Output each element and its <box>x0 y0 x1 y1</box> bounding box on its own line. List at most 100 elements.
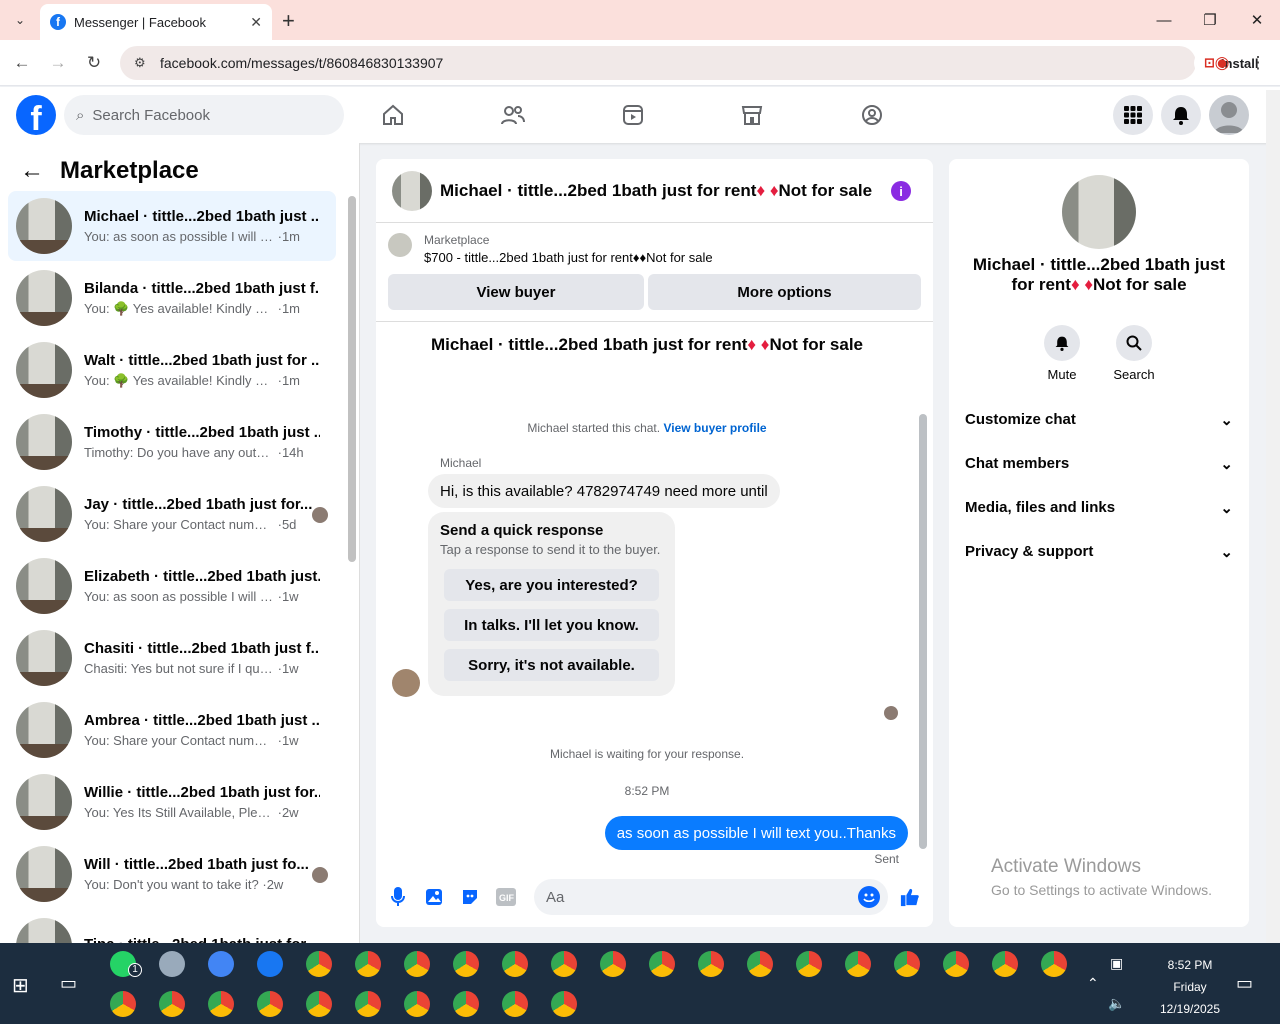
chrome-taskbar-icon[interactable] <box>845 951 871 977</box>
chrome-taskbar-icon[interactable] <box>404 951 430 977</box>
account-avatar[interactable] <box>1209 95 1249 135</box>
facebook-search-input[interactable]: ⌕ Search Facebook <box>64 95 344 135</box>
view-buyer-button[interactable]: View buyer <box>388 274 644 310</box>
chrome-taskbar-icon[interactable] <box>943 951 969 977</box>
quick-response-in-talks[interactable]: In talks. I'll let you know. <box>444 609 659 641</box>
conversation-item[interactable]: Walt · tittle...2bed 1bath just for ... Y… <box>8 335 336 405</box>
gif-icon[interactable]: GIF <box>496 887 516 907</box>
address-bar[interactable]: ⚙ facebook.com/messages/t/86084683013390… <box>120 46 1269 80</box>
chrome-taskbar-icon[interactable] <box>992 951 1018 977</box>
chrome-taskbar-icon[interactable] <box>1041 951 1067 977</box>
chrome-taskbar-icon[interactable] <box>649 951 675 977</box>
facebook-app-icon[interactable] <box>257 951 283 977</box>
chrome-taskbar-icon[interactable] <box>551 991 577 1017</box>
page-scrollbar[interactable] <box>1266 90 1280 943</box>
facebook-logo[interactable]: f <box>16 95 56 135</box>
chrome-taskbar-icon[interactable] <box>698 951 724 977</box>
microphone-icon[interactable] <box>388 887 408 907</box>
browser-menu-icon[interactable]: ⋮ <box>1245 50 1271 76</box>
conversation-item[interactable]: Elizabeth · tittle...2bed 1bath just... Y… <box>8 551 336 621</box>
notification-center-icon[interactable]: ▭ <box>1236 973 1253 994</box>
conversation-item[interactable]: Chasiti · tittle...2bed 1bath just f... C… <box>8 623 336 693</box>
emoji-icon[interactable] <box>858 886 880 908</box>
chrome-taskbar-icon[interactable] <box>453 991 479 1017</box>
close-tab-icon[interactable]: ✕ <box>250 14 262 31</box>
media-files-links-row[interactable]: Media, files and links ⌄ <box>965 499 1233 517</box>
restore-button[interactable]: ❐ <box>1187 0 1233 40</box>
close-window-button[interactable]: ✕ <box>1234 0 1280 40</box>
gaming-icon[interactable] <box>852 95 892 135</box>
contact-avatar[interactable] <box>1062 175 1136 249</box>
like-thumb-icon[interactable] <box>900 887 920 907</box>
customize-chat-row[interactable]: Customize chat ⌄ <box>965 411 1233 429</box>
task-view-icon[interactable]: ▭ <box>60 973 77 994</box>
new-tab-button[interactable]: + <box>282 8 295 34</box>
incoming-message[interactable]: Hi, is this available? 4782974749 need m… <box>428 474 780 508</box>
site-info-icon[interactable]: ⚙ <box>134 55 150 71</box>
forward-button[interactable]: → <box>45 50 71 76</box>
start-windows-icon[interactable]: ⊞ <box>12 973 29 998</box>
photo-icon[interactable] <box>424 887 444 907</box>
more-options-button[interactable]: More options <box>648 274 921 310</box>
chrome-taskbar-icon[interactable] <box>355 991 381 1017</box>
chat-scrollbar[interactable] <box>919 414 927 849</box>
quick-response-not-available[interactable]: Sorry, it's not available. <box>444 649 659 681</box>
chrome-taskbar-icon[interactable] <box>502 951 528 977</box>
view-buyer-profile-link[interactable]: View buyer profile <box>663 421 766 435</box>
chrome-taskbar-icon[interactable] <box>306 991 332 1017</box>
conversation-item[interactable]: Willie · tittle...2bed 1bath just for...… <box>8 767 336 837</box>
conversation-item[interactable]: Michael · tittle...2bed 1bath just ... Yo… <box>8 191 336 261</box>
chrome-taskbar-icon[interactable] <box>306 951 332 977</box>
marketplace-icon[interactable] <box>732 95 772 135</box>
chrome-taskbar-icon[interactable] <box>551 951 577 977</box>
mute-button[interactable]: Mute <box>1032 325 1092 382</box>
conversation-item[interactable]: Tina · tittle...2bed 1bath just for ... <box>8 911 336 943</box>
chrome-taskbar-icon[interactable] <box>894 951 920 977</box>
outgoing-message[interactable]: as soon as possible I will text you..Tha… <box>604 816 908 850</box>
browser-tab[interactable]: f Messenger | Facebook ✕ <box>40 4 272 40</box>
reload-button[interactable]: ↻ <box>81 50 107 76</box>
chrome-taskbar-icon[interactable] <box>502 991 528 1017</box>
chrome-taskbar-icon[interactable] <box>159 951 185 977</box>
info-icon[interactable]: i <box>891 181 911 201</box>
sticker-icon[interactable] <box>460 887 480 907</box>
conversation-item[interactable]: Timothy · tittle...2bed 1bath just ... Ti… <box>8 407 336 477</box>
chrome-taskbar-icon[interactable] <box>159 991 185 1017</box>
chat-members-row[interactable]: Chat members ⌄ <box>965 455 1233 473</box>
volume-icon[interactable]: 🔈 <box>1108 995 1125 1012</box>
back-arrow-icon[interactable]: ← <box>20 157 44 185</box>
sender-avatar[interactable] <box>392 669 420 697</box>
chrome-taskbar-icon[interactable] <box>453 951 479 977</box>
chrome-taskbar-icon[interactable] <box>404 991 430 1017</box>
network-icon[interactable]: ▣ <box>1110 955 1123 972</box>
chat-title[interactable]: Michael · tittle...2bed 1bath just for r… <box>440 181 872 201</box>
sidebar-scrollbar[interactable] <box>348 196 356 562</box>
conversation-item[interactable]: Jay · tittle...2bed 1bath just for... You… <box>8 479 336 549</box>
chat-avatar[interactable] <box>392 170 432 211</box>
tab-search-dropdown[interactable]: ⌄ <box>6 7 34 33</box>
chrome-taskbar-icon[interactable] <box>796 951 822 977</box>
home-icon[interactable] <box>373 95 413 135</box>
chrome-taskbar-icon[interactable] <box>747 951 773 977</box>
conversation-item[interactable]: Ambrea · tittle...2bed 1bath just ... You… <box>8 695 336 765</box>
profile-icon[interactable]: ◉ <box>1209 50 1235 76</box>
chrome-taskbar-icon[interactable] <box>208 951 234 977</box>
clock[interactable]: 8:52 PM Friday 12/19/2025 <box>1158 954 1222 1020</box>
show-hidden-icons[interactable]: ⌃ <box>1087 975 1099 992</box>
chrome-taskbar-icon[interactable] <box>257 991 283 1017</box>
minimize-button[interactable]: — <box>1141 0 1187 40</box>
conversation-item[interactable]: Will · tittle...2bed 1bath just fo... You… <box>8 839 336 909</box>
video-icon[interactable] <box>613 95 653 135</box>
privacy-support-row[interactable]: Privacy & support ⌄ <box>965 543 1233 561</box>
chrome-taskbar-icon[interactable] <box>208 991 234 1017</box>
menu-grid-icon[interactable] <box>1113 95 1153 135</box>
notifications-bell-icon[interactable] <box>1161 95 1201 135</box>
back-button[interactable]: ← <box>9 50 35 76</box>
quick-response-yes[interactable]: Yes, are you interested? <box>444 569 659 601</box>
conversation-item[interactable]: Bilanda · tittle...2bed 1bath just f... Y… <box>8 263 336 333</box>
chrome-taskbar-icon[interactable] <box>110 991 136 1017</box>
chrome-taskbar-icon[interactable] <box>600 951 626 977</box>
chrome-taskbar-icon[interactable] <box>355 951 381 977</box>
marketplace-listing[interactable]: Marketplace $700 - tittle...2bed 1bath j… <box>388 233 713 265</box>
message-input[interactable]: Aa <box>534 879 888 915</box>
